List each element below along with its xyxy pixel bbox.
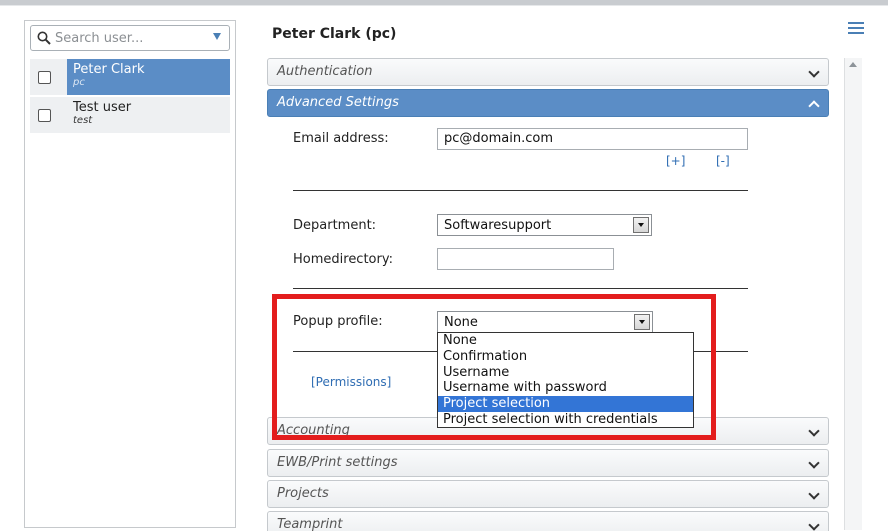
section-label: Advanced Settings bbox=[277, 95, 399, 110]
remove-email-link[interactable]: [-] bbox=[716, 154, 730, 168]
add-email-link[interactable]: [+] bbox=[666, 154, 685, 168]
chevron-down-icon bbox=[808, 457, 820, 469]
department-select[interactable]: Softwaresupport bbox=[437, 214, 652, 236]
chevron-down-icon[interactable] bbox=[633, 217, 649, 233]
search-user-combobox[interactable]: Search user... bbox=[30, 25, 230, 51]
section-label: Projects bbox=[277, 486, 329, 501]
user-item-test-user[interactable]: Test user test bbox=[30, 97, 230, 133]
homedirectory-field[interactable] bbox=[437, 248, 614, 270]
top-border-shadow bbox=[0, 5, 888, 6]
section-ewb-print-settings[interactable]: EWB/Print settings bbox=[267, 449, 829, 477]
chevron-down-icon bbox=[808, 66, 820, 78]
homedirectory-label: Homedirectory: bbox=[293, 252, 393, 267]
user-checkbox[interactable] bbox=[38, 71, 51, 84]
department-label: Department: bbox=[293, 218, 377, 233]
chevron-down-icon bbox=[808, 488, 820, 500]
user-item-info[interactable]: Peter Clark pc bbox=[67, 59, 230, 95]
scroll-up-arrow-icon[interactable] bbox=[849, 62, 857, 67]
section-teamprint[interactable]: Teamprint bbox=[267, 511, 829, 531]
chevron-up-icon bbox=[808, 100, 820, 112]
section-authentication[interactable]: Authentication bbox=[267, 58, 829, 86]
section-advanced-settings[interactable]: Advanced Settings bbox=[267, 89, 829, 117]
divider bbox=[293, 190, 748, 191]
user-name: Test user bbox=[73, 100, 132, 115]
user-short-name: test bbox=[73, 115, 93, 126]
section-label: Teamprint bbox=[277, 517, 343, 531]
user-checkbox[interactable] bbox=[38, 109, 51, 122]
user-name: Peter Clark bbox=[73, 62, 145, 77]
chevron-down-icon bbox=[808, 519, 820, 531]
divider bbox=[293, 288, 748, 289]
section-label: Authentication bbox=[277, 64, 373, 79]
page-title: Peter Clark (pc) bbox=[272, 26, 397, 42]
user-item-peter-clark[interactable]: Peter Clark pc bbox=[30, 59, 230, 95]
email-label: Email address: bbox=[293, 131, 389, 146]
user-list-panel: Search user... Peter Clark pc Test user … bbox=[24, 20, 236, 528]
email-field[interactable]: pc@domain.com bbox=[437, 128, 748, 150]
user-item-info[interactable]: Test user test bbox=[67, 97, 230, 133]
search-icon bbox=[37, 31, 51, 45]
department-value: Softwaresupport bbox=[444, 218, 552, 233]
user-list: Peter Clark pc Test user test bbox=[30, 59, 230, 135]
highlight-annotation-box bbox=[272, 294, 716, 440]
dropdown-arrow-icon[interactable] bbox=[213, 33, 221, 40]
hamburger-menu-icon[interactable] bbox=[848, 22, 864, 36]
section-projects[interactable]: Projects bbox=[267, 480, 829, 508]
user-short-name: pc bbox=[73, 77, 85, 88]
scrollbar[interactable] bbox=[844, 58, 862, 530]
chevron-down-icon bbox=[808, 425, 820, 437]
search-input[interactable]: Search user... bbox=[55, 31, 143, 46]
section-label: EWB/Print settings bbox=[277, 455, 398, 470]
